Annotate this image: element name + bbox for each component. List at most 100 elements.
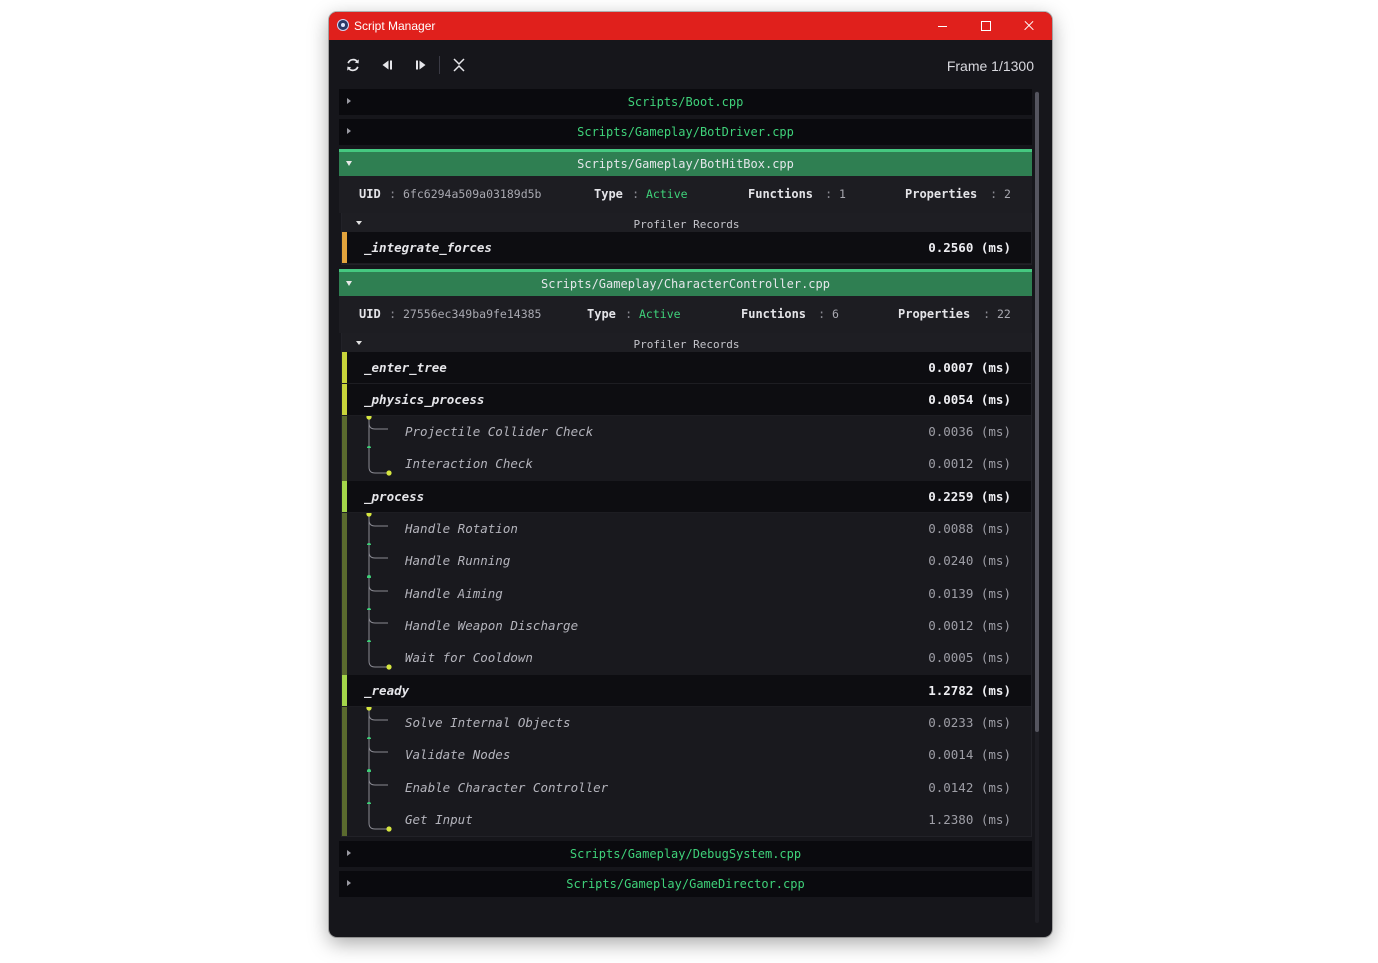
function-record-row[interactable]: _process 0.2259 (ms)	[342, 480, 1031, 513]
sub-record-time: 0.0014 (ms)	[928, 747, 1011, 763]
tree-connector-icon	[368, 642, 392, 670]
sub-record-row[interactable]: Handle Running 0.0240 (ms)	[342, 545, 1031, 579]
step-forward-button[interactable]	[411, 55, 431, 75]
colon: :	[990, 187, 998, 201]
sub-record-row[interactable]: Validate Nodes 0.0014 (ms)	[342, 739, 1031, 773]
uid-value: 6fc6294a509a03189d5b	[403, 187, 542, 201]
chevron-down-icon[interactable]	[346, 281, 352, 286]
colon: :	[818, 307, 826, 321]
frame-counter: Frame 1/1300	[946, 58, 1034, 74]
sub-record-name: Handle Running	[405, 553, 511, 569]
chevron-right-icon[interactable]	[347, 880, 351, 887]
profiler-records-header[interactable]: Profiler Records	[342, 213, 1031, 232]
sub-record-name: Handle Aiming	[405, 585, 503, 601]
step-back-icon	[382, 60, 392, 70]
collapse-all-button[interactable]	[449, 55, 469, 75]
sub-record-row[interactable]: Get Input 1.2380 (ms)	[342, 803, 1031, 837]
tree-connector-icon	[368, 803, 392, 832]
sub-record-time: 1.2380 (ms)	[928, 811, 1011, 827]
tree-connector-icon	[366, 706, 388, 740]
functions-label: Functions	[741, 307, 807, 321]
sub-record-time: 0.0240 (ms)	[928, 553, 1011, 569]
function-name: _integrate_forces	[364, 240, 492, 255]
sub-record-row[interactable]: Handle Rotation 0.0088 (ms)	[342, 512, 1031, 546]
function-name: _enter_tree	[364, 360, 447, 375]
sub-record-name: Get Input	[405, 811, 473, 827]
profiler-records-title: Profiler Records	[633, 338, 740, 351]
script-info-row: UID:27556ec349ba9fe14385 Type: Active Funct…	[339, 296, 1032, 333]
title-bar[interactable]: Script Manager	[329, 12, 1052, 40]
function-record-row[interactable]: _enter_tree 0.0007 (ms)	[342, 352, 1031, 384]
close-button[interactable]	[1008, 12, 1052, 40]
refresh-button[interactable]	[343, 55, 363, 75]
function-time: 0.0007 (ms)	[928, 360, 1011, 375]
toolbar: Frame 1/1300	[329, 40, 1052, 88]
scrollbar-thumb[interactable]	[1035, 92, 1039, 732]
function-time: 0.2259 (ms)	[928, 488, 1011, 504]
sub-record-name: Projectile Collider Check	[405, 424, 594, 439]
tree-connector-icon	[367, 771, 388, 805]
sub-record-time: 0.0005 (ms)	[928, 650, 1011, 666]
collapse-all-icon	[453, 58, 465, 72]
chevron-down-icon[interactable]	[346, 161, 352, 166]
profiler-records-header[interactable]: Profiler Records	[342, 333, 1031, 352]
functions-value: 1	[839, 187, 846, 201]
sub-record-name: Validate Nodes	[405, 747, 511, 763]
script-header[interactable]: Scripts/Boot.cpp	[339, 89, 1032, 115]
script-header[interactable]: Scripts/Gameplay/GameDirector.cpp	[339, 871, 1032, 898]
sub-record-row[interactable]: Handle Weapon Discharge 0.0012 (ms)	[342, 609, 1031, 643]
function-time: 0.2560 (ms)	[928, 240, 1011, 255]
script-header[interactable]: Scripts/Gameplay/BotHitBox.cpp	[339, 149, 1032, 176]
chevron-down-icon[interactable]	[356, 221, 362, 225]
type-value: Active	[646, 187, 688, 201]
function-time: 1.2782 (ms)	[928, 682, 1011, 698]
sub-record-row[interactable]: Wait for Cooldown 0.0005 (ms)	[342, 642, 1031, 675]
maximize-button[interactable]	[964, 12, 1008, 40]
properties-label: Properties	[905, 187, 978, 201]
step-back-button[interactable]	[377, 55, 397, 75]
window-title: Script Manager	[354, 19, 436, 33]
minimize-button[interactable]	[921, 12, 965, 40]
sub-record-time: 0.0233 (ms)	[928, 714, 1011, 730]
sub-record-time: 0.0139 (ms)	[928, 585, 1011, 601]
type-label: Type	[594, 187, 623, 201]
tree-connector-icon	[367, 577, 388, 611]
function-name: _ready	[364, 682, 410, 698]
script-path: Scripts/Gameplay/DebugSystem.cpp	[569, 847, 802, 862]
function-record-row[interactable]: _integrate_forces 0.2560 (ms)	[342, 232, 1031, 264]
sub-record-row[interactable]: Enable Character Controller 0.0142 (ms)	[342, 771, 1031, 805]
colon: :	[825, 187, 833, 201]
script-header[interactable]: Scripts/Gameplay/CharacterController.cpp	[339, 269, 1032, 296]
function-record-row[interactable]: _physics_process 0.0054 (ms)	[342, 384, 1031, 416]
refresh-icon	[347, 58, 359, 72]
sub-record-time: 0.0012 (ms)	[928, 617, 1011, 633]
script-header[interactable]: Scripts/Gameplay/DebugSystem.cpp	[339, 841, 1032, 868]
toolbar-separator	[439, 56, 440, 74]
function-record-row[interactable]: _ready 1.2782 (ms)	[342, 674, 1031, 707]
uid-label: UID	[359, 187, 381, 201]
script-path: Scripts/Boot.cpp	[627, 95, 744, 109]
chevron-right-icon[interactable]	[347, 850, 351, 857]
script-header[interactable]: Scripts/Gameplay/BotDriver.cpp	[339, 119, 1032, 145]
profiler-records-panel: Profiler Records _enter_tree 0.0007 (ms) _p…	[341, 333, 1032, 838]
sub-record-name: Enable Character Controller	[405, 779, 609, 795]
sub-record-row[interactable]: Solve Internal Objects 0.0233 (ms)	[342, 706, 1031, 740]
colon: :	[389, 307, 397, 321]
chevron-right-icon[interactable]	[347, 128, 351, 134]
sub-record-name: Wait for Cooldown	[405, 650, 533, 666]
script-path: Scripts/Gameplay/BotDriver.cpp	[577, 125, 794, 139]
tree-connector-icon	[366, 512, 388, 546]
script-path: Scripts/Gameplay/CharacterController.cpp	[541, 277, 830, 291]
chevron-right-icon[interactable]	[347, 98, 351, 104]
tree-connector-icon	[368, 448, 392, 476]
sub-record-time: 0.0088 (ms)	[928, 520, 1011, 536]
colon: :	[983, 307, 991, 321]
function-color-bar	[342, 352, 347, 383]
sub-record-time: 0.0142 (ms)	[928, 779, 1011, 795]
sub-record-row[interactable]: Projectile Collider Check 0.0036 (ms)	[342, 416, 1031, 449]
chevron-down-icon[interactable]	[356, 341, 362, 345]
step-forward-icon	[416, 60, 426, 70]
type-label: Type	[587, 307, 616, 321]
sub-record-row[interactable]: Interaction Check 0.0012 (ms)	[342, 448, 1031, 481]
sub-record-row[interactable]: Handle Aiming 0.0139 (ms)	[342, 577, 1031, 611]
